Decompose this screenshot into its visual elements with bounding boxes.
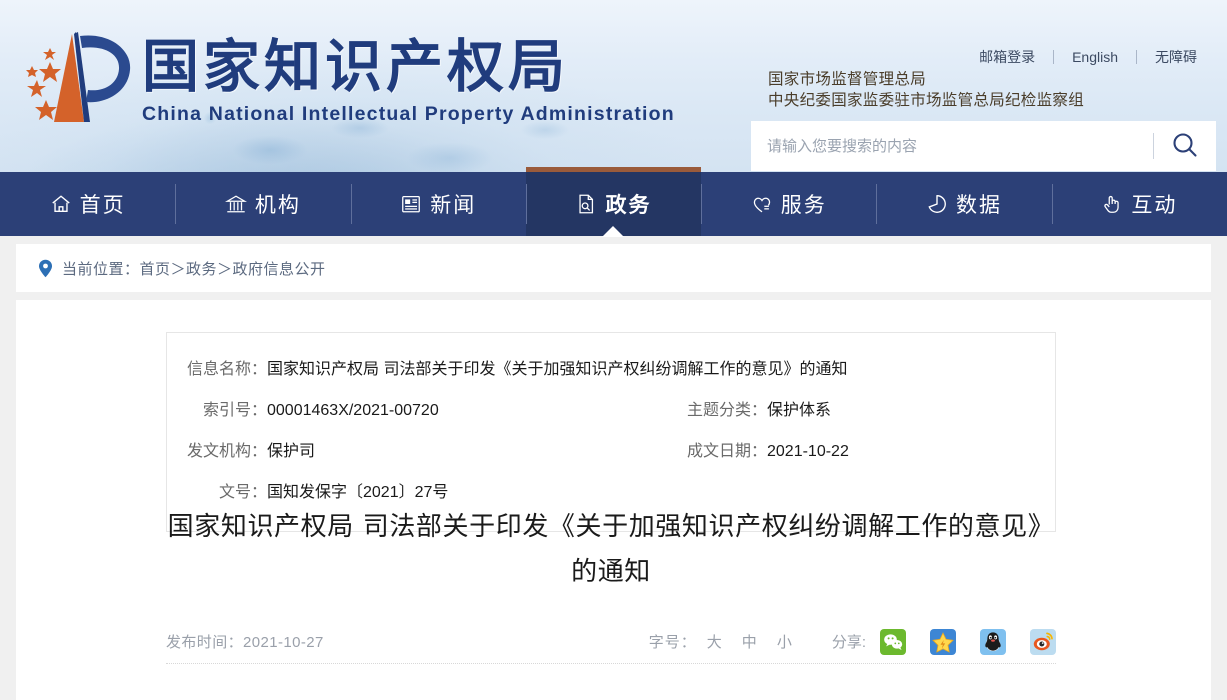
wechat-share-icon[interactable] xyxy=(880,628,906,655)
top-link-accessibility[interactable]: 无障碍 xyxy=(1137,47,1215,67)
top-link-english[interactable]: English xyxy=(1054,49,1136,65)
nav-label: 政务 xyxy=(605,193,652,217)
publish-time: 发布时间：2021-10-27 xyxy=(166,634,324,651)
info-index-value: 00001463X/2021-00720 xyxy=(267,402,439,419)
home-icon xyxy=(50,193,72,215)
nav-label: 机构 xyxy=(254,193,301,217)
search-icon xyxy=(1170,130,1200,163)
top-link-mail[interactable]: 邮箱登录 xyxy=(961,47,1053,67)
affiliated-org-names: 国家市场监督管理总局 中央纪委国家监委驻市场监管总局纪检监察组 xyxy=(768,69,1084,111)
article-toolbar: 发布时间：2021-10-27 字号： 大 中 小 分享: xyxy=(166,620,1056,664)
fontsize-medium-button[interactable]: 中 xyxy=(732,631,767,652)
pie-chart-icon xyxy=(926,193,948,215)
nav-item-service[interactable]: 服务 xyxy=(701,172,876,236)
share-icon-group xyxy=(880,628,1056,655)
info-date-value: 2021-10-22 xyxy=(767,443,849,460)
info-issuer-value: 保护司 xyxy=(267,443,316,460)
fontsize-label: 字号： xyxy=(648,634,697,651)
top-link-bar: 邮箱登录 English 无障碍 xyxy=(961,47,1215,67)
main-content: 信息名称： 国家知识产权局 司法部关于印发《关于加强知识产权纠纷调解工作的意见》… xyxy=(16,300,1211,700)
logo-title-en: China National Intellectual Property Adm… xyxy=(142,103,675,125)
fontsize-small-button[interactable]: 小 xyxy=(767,631,802,652)
nav-label: 数据 xyxy=(956,193,1003,217)
table-row: 索引号： 00001463X/2021-00720 主题分类： 保护体系 xyxy=(167,390,1055,431)
nav-label: 服务 xyxy=(780,193,827,217)
table-row: 发文机构： 保护司 成文日期： 2021-10-22 xyxy=(167,431,1055,472)
nav-item-interaction[interactable]: 互动 xyxy=(1051,172,1227,236)
org-line-1: 国家市场监督管理总局 xyxy=(768,71,927,88)
share-label: 分享: xyxy=(831,634,866,651)
bank-icon xyxy=(224,193,247,215)
nav-item-news[interactable]: 新闻 xyxy=(350,172,526,236)
org-line-2: 中央纪委国家监委驻市场监管总局纪检监察组 xyxy=(768,92,1085,109)
fontsize-large-button[interactable]: 大 xyxy=(697,631,732,652)
nav-item-government-affairs[interactable]: 政务 xyxy=(525,167,702,237)
breadcrumb: 当前位置：首页＞政务＞政府信息公开 xyxy=(16,244,1211,292)
active-tab-pointer xyxy=(602,226,625,237)
heart-check-icon xyxy=(751,193,773,215)
info-name-label: 信息名称： xyxy=(187,361,268,378)
weibo-share-icon[interactable] xyxy=(1030,628,1056,655)
search-box[interactable] xyxy=(751,121,1216,171)
nav-label: 新闻 xyxy=(430,193,477,217)
document-search-icon xyxy=(575,193,597,215)
cnipa-logo-icon xyxy=(14,22,136,130)
qq-share-icon[interactable] xyxy=(980,628,1006,655)
nav-item-organization[interactable]: 机构 xyxy=(175,172,350,236)
page-title: 国家知识产权局 司法部关于印发《关于加强知识产权纠纷调解工作的意见》的通知 xyxy=(167,512,1055,587)
qzone-share-icon[interactable] xyxy=(930,628,956,655)
nav-label: 首页 xyxy=(79,193,126,217)
document-meta-table: 信息名称： 国家知识产权局 司法部关于印发《关于加强知识产权纠纷调解工作的意见》… xyxy=(166,332,1056,532)
info-index-label: 索引号： xyxy=(202,402,267,419)
site-header: 国家知识产权局 China National Intellectual Prop… xyxy=(0,0,1227,172)
site-logo[interactable]: 国家知识产权局 China National Intellectual Prop… xyxy=(14,22,675,130)
search-input[interactable] xyxy=(751,121,1153,171)
table-row: 信息名称： 国家知识产权局 司法部关于印发《关于加强知识产权纠纷调解工作的意见》… xyxy=(167,349,1055,390)
nav-item-home[interactable]: 首页 xyxy=(0,172,175,236)
main-navigation: 首页 机构 新闻 政务 服务 数据 互动 xyxy=(0,167,1227,237)
newspaper-icon xyxy=(400,193,422,215)
location-pin-icon xyxy=(38,259,53,278)
hand-pointer-icon xyxy=(1101,193,1123,215)
info-issuer-label: 发文机构： xyxy=(187,443,268,460)
search-button[interactable] xyxy=(1154,121,1216,171)
info-date-label: 成文日期： xyxy=(687,443,768,460)
info-topic-value: 保护体系 xyxy=(767,402,832,419)
breadcrumb-text[interactable]: 当前位置：首页＞政务＞政府信息公开 xyxy=(62,258,326,279)
nav-label: 互动 xyxy=(1131,193,1178,217)
logo-title-cn: 国家知识产权局 xyxy=(142,34,569,100)
info-name-value: 国家知识产权局 司法部关于印发《关于加强知识产权纠纷调解工作的意见》的通知 xyxy=(267,361,848,378)
toolbar-right: 字号： 大 中 小 分享: xyxy=(648,628,1056,655)
nav-item-data[interactable]: 数据 xyxy=(876,172,1051,236)
info-topic-label: 主题分类： xyxy=(687,402,768,419)
